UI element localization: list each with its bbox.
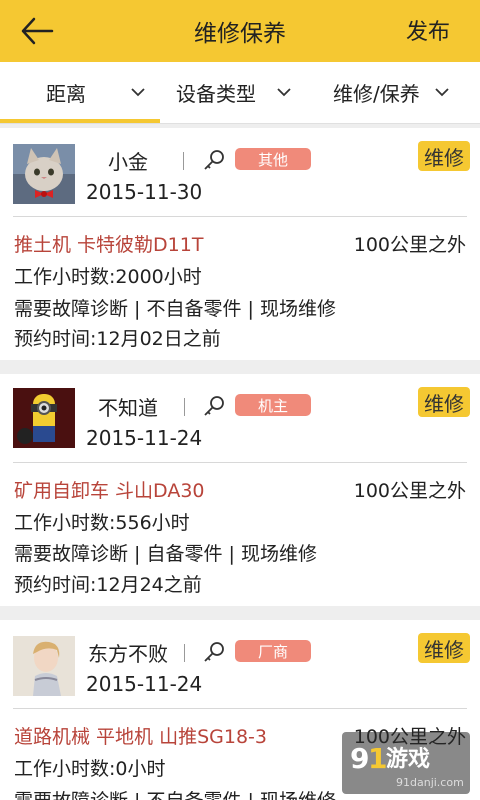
svg-text:9: 9 bbox=[350, 742, 369, 775]
chevron-down-icon bbox=[435, 88, 449, 97]
role-tag: 机主 bbox=[235, 394, 311, 416]
card-divider bbox=[13, 462, 467, 463]
filter-distance-label: 距离 bbox=[46, 81, 86, 106]
avatar bbox=[13, 636, 75, 696]
role-tag: 厂商 bbox=[235, 640, 311, 662]
chevron-down-icon bbox=[277, 88, 291, 97]
equipment-title: 推土机 卡特彼勒D11T bbox=[14, 234, 204, 256]
distance: 100公里之外 bbox=[353, 480, 466, 502]
service-type-badge: 维修 bbox=[418, 387, 470, 417]
filter-equipment-type-label: 设备类型 bbox=[176, 81, 256, 106]
active-filter-indicator bbox=[0, 119, 160, 123]
service-requirements: 需要故障诊断 | 不自备零件 | 现场维修 bbox=[14, 298, 336, 320]
service-requirements: 需要故障诊断 | 不自备零件 | 现场维修 bbox=[14, 786, 336, 800]
filter-repair-maintenance[interactable]: 维修/保养 bbox=[333, 62, 450, 122]
post-date: 2015-11-24 bbox=[86, 672, 203, 696]
svg-text:91danji.com: 91danji.com bbox=[396, 776, 464, 789]
card-divider bbox=[13, 216, 467, 217]
post-date: 2015-11-30 bbox=[86, 180, 203, 204]
role-tag: 其他 bbox=[235, 148, 311, 170]
filter-equipment-type[interactable]: 设备类型 bbox=[176, 62, 292, 122]
svg-text:游戏: 游戏 bbox=[386, 746, 430, 772]
avatar bbox=[13, 388, 75, 448]
top-bar: 维修保养 发布 bbox=[0, 0, 480, 62]
list-item[interactable]: 不知道 机主 维修 2015-11-24 矿用自卸车 斗山DA30 100公里之… bbox=[0, 374, 480, 606]
service-requirements: 需要故障诊断 | 自备零件 | 现场维修 bbox=[14, 543, 317, 565]
publish-button[interactable]: 发布 bbox=[406, 14, 450, 46]
service-type-badge: 维修 bbox=[418, 633, 470, 663]
list-item[interactable]: 小金 其他 维修 2015-11-30 推土机 卡特彼勒D11T 100公里之外… bbox=[0, 128, 480, 360]
key-icon bbox=[204, 150, 224, 170]
post-date: 2015-11-24 bbox=[86, 426, 203, 450]
equipment-title: 矿用自卸车 斗山DA30 bbox=[14, 480, 205, 502]
key-icon bbox=[204, 642, 224, 662]
appointment-time: 预约时间:12月02日之前 bbox=[14, 328, 221, 350]
filter-repair-maintenance-label: 维修/保养 bbox=[333, 81, 420, 106]
username: 小金 bbox=[108, 150, 148, 174]
divider bbox=[184, 398, 185, 416]
username: 东方不败 bbox=[88, 642, 168, 666]
distance: 100公里之外 bbox=[353, 234, 466, 256]
appointment-time: 预约时间:12月24之前 bbox=[14, 574, 202, 596]
divider bbox=[184, 644, 185, 662]
divider bbox=[183, 152, 184, 170]
equipment-title: 道路机械 平地机 山推SG18-3 bbox=[14, 726, 267, 748]
key-icon bbox=[204, 396, 224, 416]
card-divider bbox=[13, 708, 467, 709]
watermark-logo: 9 1 游戏 91danji.com bbox=[342, 732, 470, 794]
svg-text:1: 1 bbox=[368, 742, 387, 775]
work-hours: 工作小时数:0小时 bbox=[14, 758, 166, 780]
work-hours: 工作小时数:2000小时 bbox=[14, 266, 202, 288]
username: 不知道 bbox=[98, 396, 158, 420]
filter-bar: 距离 设备类型 维修/保养 bbox=[0, 62, 480, 124]
filter-distance[interactable]: 距离 bbox=[46, 62, 146, 122]
avatar bbox=[13, 144, 75, 204]
service-type-badge: 维修 bbox=[418, 141, 470, 171]
work-hours: 工作小时数:556小时 bbox=[14, 512, 190, 534]
chevron-down-icon bbox=[131, 88, 145, 97]
